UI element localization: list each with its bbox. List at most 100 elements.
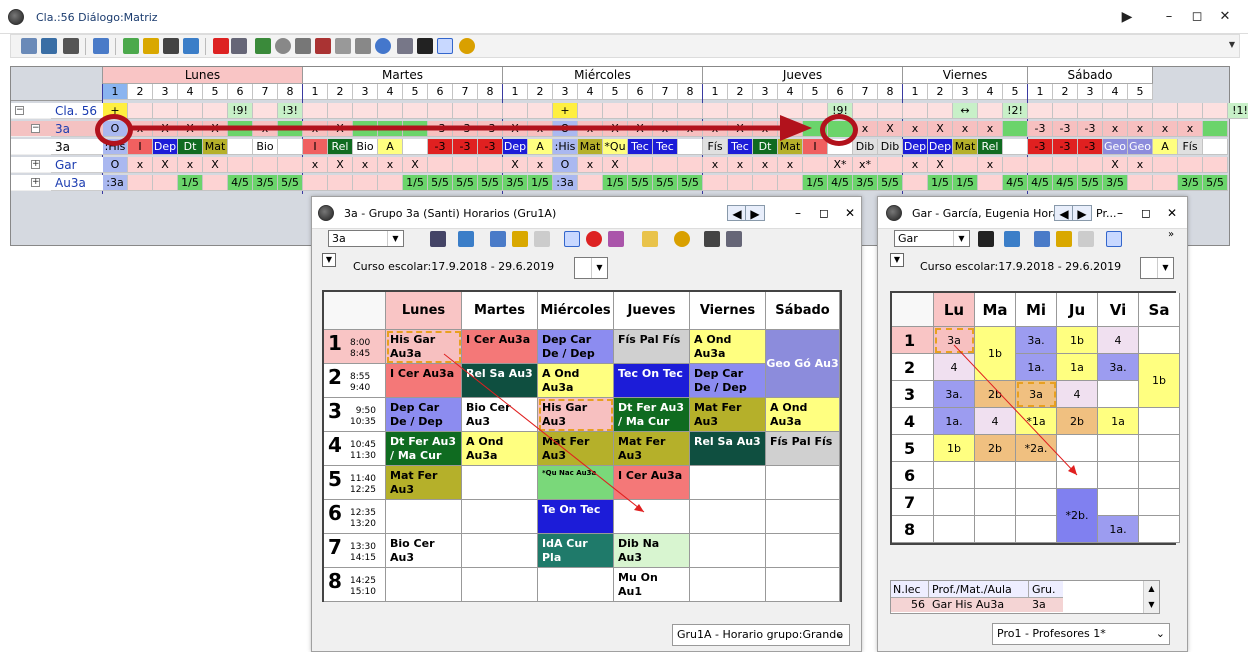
lesson-cell[interactable]: 1a — [1057, 354, 1098, 381]
matrix-cell[interactable]: -3 — [478, 139, 503, 155]
matrix-cell[interactable]: -3 — [1028, 121, 1053, 137]
monitor-icon[interactable] — [41, 38, 57, 54]
matrix-cell[interactable] — [278, 157, 303, 173]
lesson-cell[interactable]: Dib Na Au3 — [614, 534, 690, 568]
matrix-cell[interactable] — [478, 157, 503, 173]
matrix-cell[interactable]: Bio — [253, 139, 278, 155]
matrix-cell[interactable]: x — [728, 157, 753, 173]
matrix-cell[interactable] — [228, 157, 253, 173]
period-header[interactable]: 3 — [892, 381, 934, 408]
tools-icon[interactable] — [63, 38, 79, 54]
lesson-cell[interactable]: 3a. — [1098, 354, 1139, 381]
period-header[interactable]: 3 — [753, 84, 778, 100]
matrix-cell[interactable]: :3a — [553, 175, 578, 191]
arrows-icon[interactable] — [183, 38, 199, 54]
matrix-cell[interactable] — [228, 139, 253, 155]
gear-icon[interactable] — [674, 231, 690, 247]
day-header[interactable]: Lu — [934, 293, 975, 327]
lesson-cell[interactable]: A Ond Au3a — [690, 330, 766, 364]
matrix-cell[interactable]: x — [778, 157, 803, 173]
lesson-cell[interactable]: Mat Fer Au3 — [386, 466, 462, 500]
lesson-cell[interactable]: Geo Gó Au3 — [766, 330, 840, 398]
lesson-cell[interactable] — [538, 568, 614, 602]
day-header[interactable]: Miércoles — [503, 67, 703, 84]
matrix-cell[interactable]: X — [1103, 157, 1128, 173]
period-header[interactable]: 4 10:45 11:30 — [324, 432, 386, 466]
lesson-cell[interactable]: His Gar Au3 — [538, 398, 614, 432]
calendar-icon[interactable]: ▼ — [574, 257, 608, 279]
lesson-cell[interactable]: Dt Fer Au3 / Ma Cur Tec — [614, 398, 690, 432]
table-cell[interactable]: 56 — [891, 598, 929, 612]
lesson-cell[interactable]: 1b — [1057, 327, 1098, 354]
pencil-check-icon[interactable] — [437, 38, 453, 54]
matrix-cell[interactable]: 5/5 — [478, 175, 503, 191]
lesson-cell[interactable]: Mu On Au1 — [614, 568, 690, 602]
matrix-cell[interactable]: X — [928, 157, 953, 173]
matrix-cell[interactable] — [203, 103, 228, 119]
matrix-cell[interactable]: x — [353, 157, 378, 173]
matrix-cell[interactable] — [428, 103, 453, 119]
col-gru[interactable]: Gru. — [1029, 581, 1063, 598]
lesson-cell[interactable]: Te On Tec — [538, 500, 614, 534]
period-header[interactable]: 7 — [853, 84, 878, 100]
collapse-icon[interactable]: − — [31, 124, 40, 133]
undo-icon[interactable] — [534, 231, 550, 247]
matrix-cell[interactable] — [1103, 103, 1128, 119]
matrix-cell[interactable] — [1003, 139, 1028, 155]
period-header[interactable]: 7 — [253, 84, 278, 100]
lesson-cell[interactable]: 1a. — [1098, 516, 1139, 543]
period-header[interactable]: 1 — [1028, 84, 1053, 100]
matrix-cell[interactable]: Dep — [903, 139, 928, 155]
matrix-cell[interactable]: 3/5 — [1103, 175, 1128, 191]
period-header[interactable]: 5 — [803, 84, 828, 100]
day-header[interactable]: Martes — [462, 292, 538, 330]
matrix-cell[interactable] — [1178, 103, 1203, 119]
matrix-cell[interactable]: 4/5 — [1003, 175, 1028, 191]
chevron-down-icon[interactable]: ▼ — [953, 231, 969, 246]
matrix-cell[interactable] — [1053, 157, 1078, 173]
matrix-cell[interactable]: Tec — [728, 139, 753, 155]
period-header[interactable]: 2 — [928, 84, 953, 100]
close-button[interactable]: ✕ — [1210, 4, 1240, 30]
lesson-cell[interactable] — [975, 516, 1016, 543]
lesson-cell[interactable] — [462, 534, 538, 568]
lesson-cell[interactable] — [1098, 381, 1139, 408]
period-header[interactable]: 2 — [128, 84, 153, 100]
col-prof[interactable]: Prof./Mat./Aula — [929, 581, 1029, 598]
period-header[interactable]: 8 — [892, 516, 934, 543]
calendar-icon[interactable]: ▼ — [1140, 257, 1174, 279]
lesson-cell[interactable]: Fís Pal Fís — [614, 330, 690, 364]
period-header[interactable]: 6 12:35 13:20 — [324, 500, 386, 534]
matrix-cell[interactable] — [378, 175, 403, 191]
matrix-cell[interactable] — [678, 157, 703, 173]
calculator-icon[interactable] — [397, 38, 413, 54]
lesson-cell[interactable]: Mat Fer Au3 — [614, 432, 690, 466]
lesson-cell[interactable] — [386, 568, 462, 602]
lesson-cell[interactable]: 3a. — [1016, 327, 1057, 354]
matrix-cell[interactable] — [628, 103, 653, 119]
day-header[interactable]: Ma — [975, 293, 1016, 327]
period-header[interactable]: 4 — [1103, 84, 1128, 100]
period-header[interactable]: 5 — [892, 435, 934, 462]
matrix-cell[interactable] — [1128, 103, 1153, 119]
matrix-cell[interactable]: 5/5 — [1078, 175, 1103, 191]
matrix-cell[interactable]: Tec — [653, 139, 678, 155]
period-header[interactable]: 6 — [428, 84, 453, 100]
expand-icon[interactable]: + — [31, 160, 40, 169]
matrix-cell[interactable] — [1028, 103, 1053, 119]
period-header[interactable]: 3 — [153, 84, 178, 100]
align-icon[interactable] — [355, 38, 371, 54]
matrix-cell[interactable]: Dt — [178, 139, 203, 155]
collapse-icon[interactable]: − — [15, 106, 24, 115]
day-header[interactable]: Miércoles — [538, 292, 614, 330]
arrows-icon[interactable] — [1004, 231, 1020, 247]
matrix-cell[interactable] — [1153, 103, 1178, 119]
matrix-cell[interactable]: x — [1153, 121, 1178, 137]
people-icon[interactable] — [430, 231, 446, 247]
matrix-cell[interactable] — [728, 175, 753, 191]
lesson-cell[interactable]: Rel Sa Au3 — [462, 364, 538, 398]
period-header[interactable]: 3 9:50 10:35 — [324, 398, 386, 432]
matrix-cell[interactable]: -3 — [1053, 139, 1078, 155]
matrix-cell[interactable]: 5/5 — [678, 175, 703, 191]
list-icon[interactable] — [231, 38, 247, 54]
